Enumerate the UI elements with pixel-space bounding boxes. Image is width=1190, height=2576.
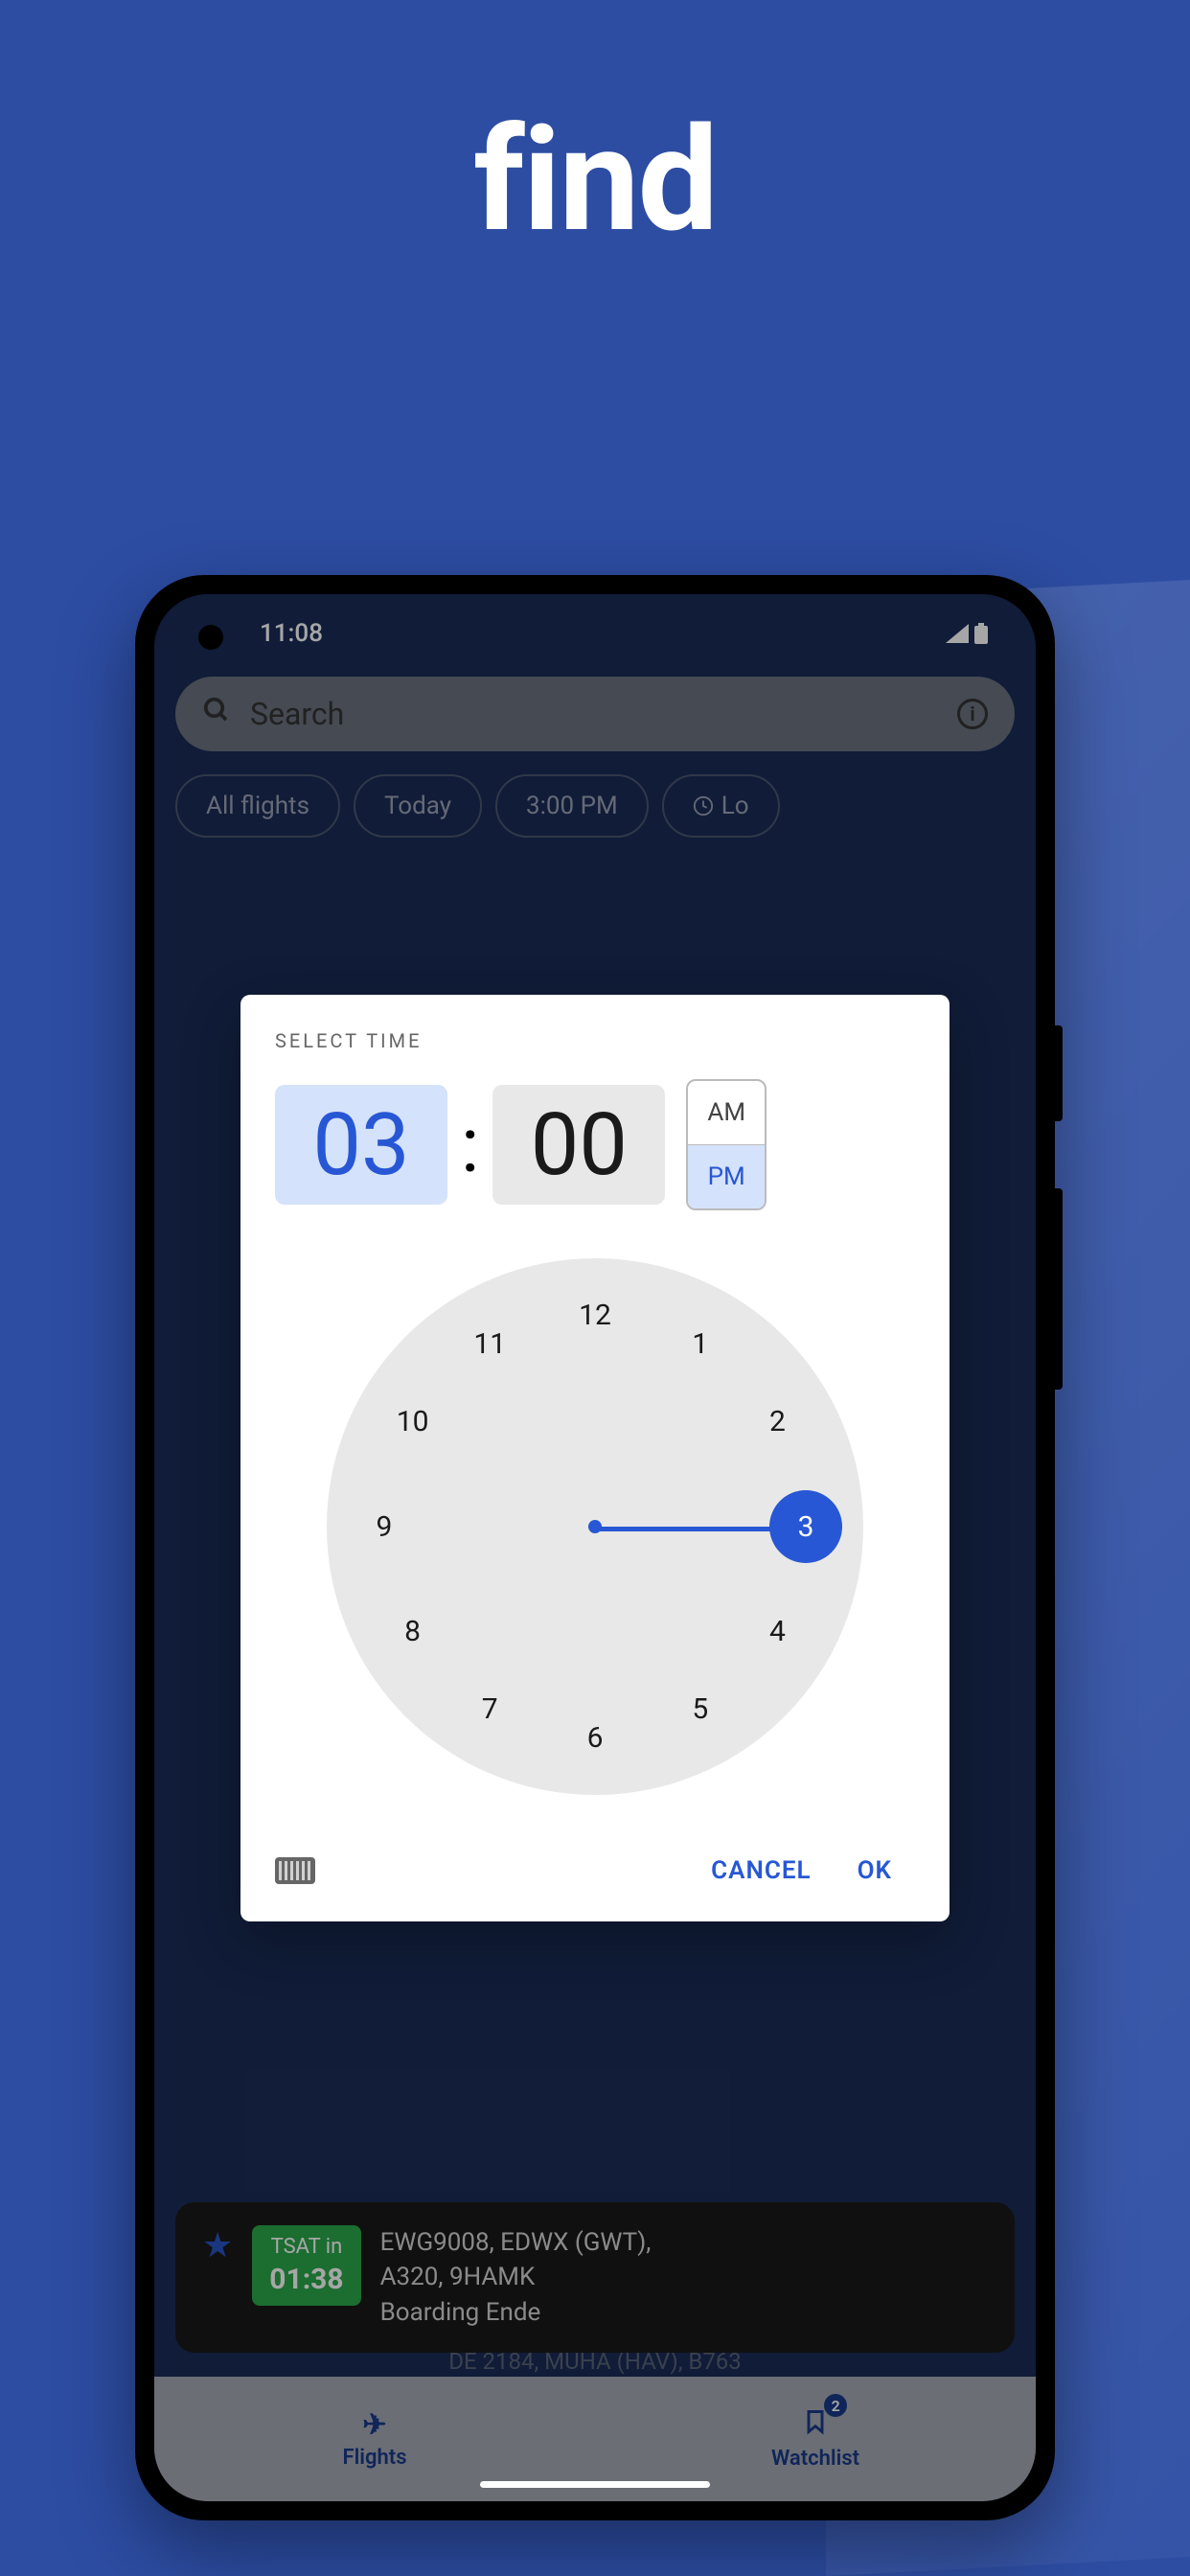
clock-face[interactable]: 3 12 1 2 4 5 6 7 8 9 10 11 [327, 1258, 863, 1795]
clock-selected-marker[interactable]: 3 [769, 1490, 842, 1563]
dialog-actions: CANCEL OK [275, 1843, 915, 1898]
clock-num-4[interactable]: 4 [754, 1609, 800, 1655]
home-indicator[interactable] [480, 2481, 710, 2488]
phone-side-button [1055, 1025, 1063, 1121]
am-button[interactable]: AM [688, 1081, 765, 1145]
ok-button[interactable]: OK [835, 1843, 915, 1898]
phone-screen: 11:08 Search i All flights Today 3:00 PM [154, 594, 1036, 2501]
clock-num-8[interactable]: 8 [390, 1609, 436, 1655]
time-picker-dialog: SELECT TIME 03 : 00 AM PM 3 12 1 2 4 5 [240, 995, 950, 1921]
clock-num-10[interactable]: 10 [390, 1398, 436, 1444]
hero-title: find [0, 96, 1190, 264]
phone-side-button [1055, 1188, 1063, 1390]
phone-camera [198, 625, 223, 650]
clock-num-2[interactable]: 2 [754, 1398, 800, 1444]
clock-num-11[interactable]: 11 [467, 1322, 513, 1368]
clock-num-9[interactable]: 9 [361, 1504, 407, 1550]
clock-num-1[interactable]: 1 [677, 1322, 723, 1368]
clock-num-6[interactable]: 6 [572, 1714, 618, 1760]
ampm-toggle: AM PM [686, 1079, 767, 1210]
clock-center [588, 1520, 602, 1533]
clock-num-12[interactable]: 12 [572, 1293, 618, 1339]
minute-input[interactable]: 00 [492, 1085, 665, 1205]
phone-frame: 11:08 Search i All flights Today 3:00 PM [135, 575, 1055, 2520]
keyboard-icon[interactable] [275, 1857, 315, 1884]
cancel-button[interactable]: CANCEL [688, 1843, 834, 1898]
dialog-title: SELECT TIME [275, 1029, 915, 1052]
pm-button[interactable]: PM [688, 1145, 765, 1208]
time-colon: : [461, 1100, 479, 1190]
clock-num-7[interactable]: 7 [467, 1686, 513, 1732]
time-input-row: 03 : 00 AM PM [275, 1079, 915, 1210]
hour-input[interactable]: 03 [275, 1085, 447, 1205]
clock-num-5[interactable]: 5 [677, 1686, 723, 1732]
